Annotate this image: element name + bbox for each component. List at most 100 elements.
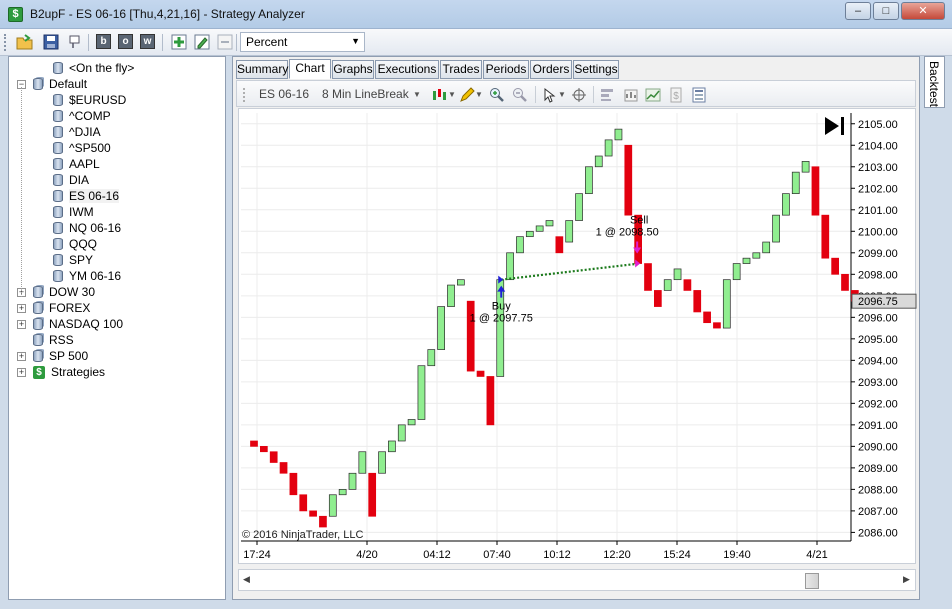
candle-bar xyxy=(693,290,702,313)
tree-item[interactable]: SPY xyxy=(53,252,93,268)
y-tick-label: 2092.00 xyxy=(858,398,898,410)
tree-item[interactable]: ^COMP xyxy=(53,108,111,124)
o-button[interactable]: o xyxy=(118,34,133,49)
tree-item[interactable]: <On the fly> xyxy=(53,60,134,76)
tree-item[interactable]: $ Strategies xyxy=(33,364,105,380)
open-folder-icon[interactable] xyxy=(16,33,34,51)
tree-item[interactable]: ES 06-16 xyxy=(53,188,120,204)
tree-expander[interactable]: + xyxy=(17,304,26,313)
tree-item-label: YM 06-16 xyxy=(69,269,122,283)
y-tick-label: 2105.00 xyxy=(858,119,898,131)
chart-canvas[interactable]: 2105.00 2104.00 2103.00 2102.00 2101.00 2100.… xyxy=(239,109,917,565)
candle-bar xyxy=(575,193,583,221)
tree-expander[interactable]: + xyxy=(17,368,26,377)
zoom-out-icon[interactable] xyxy=(512,87,528,103)
toolbar-grip[interactable] xyxy=(4,34,7,51)
candle-bar xyxy=(486,376,495,426)
app-icon: $ xyxy=(8,7,23,22)
crosshair-icon[interactable] xyxy=(571,87,587,103)
chevron-down-icon[interactable]: ▼ xyxy=(413,90,421,99)
data-box-icon[interactable] xyxy=(691,87,707,103)
candle-bar xyxy=(535,225,544,232)
backtest-side-tab[interactable]: Backtest xyxy=(924,56,945,108)
y-tick-label: 2095.00 xyxy=(858,334,898,346)
tree-item[interactable]: SP 500 xyxy=(33,348,88,364)
tab-orders[interactable]: Orders xyxy=(530,60,572,79)
db-stack-icon xyxy=(33,286,43,298)
x-tick-label: 19:40 xyxy=(723,549,751,561)
add-icon[interactable] xyxy=(170,33,188,51)
instrument-selector[interactable]: ES 06-16 xyxy=(259,87,309,101)
b-button[interactable]: b xyxy=(96,34,111,49)
chevron-down-icon[interactable]: ▼ xyxy=(475,90,483,99)
tree-item[interactable]: DOW 30 xyxy=(33,284,95,300)
tab-settings[interactable]: Settings xyxy=(573,60,619,79)
tab-periods[interactable]: Periods xyxy=(483,60,529,79)
tree-item[interactable]: NQ 06-16 xyxy=(53,220,121,236)
pencil-icon[interactable] xyxy=(459,87,475,103)
minimize-button[interactable]: – xyxy=(845,2,871,20)
tree-item[interactable]: YM 06-16 xyxy=(53,268,121,284)
tree-item[interactable]: Default xyxy=(33,76,87,92)
tab-graphs[interactable]: Graphs xyxy=(332,60,374,79)
tab-summary[interactable]: Summary xyxy=(236,60,288,79)
tree-item[interactable]: QQQ xyxy=(53,236,97,252)
x-tick-label: 07:40 xyxy=(483,549,511,561)
save-icon[interactable] xyxy=(42,33,60,51)
scroll-to-end-bar xyxy=(841,117,844,135)
candle-bar xyxy=(260,446,268,453)
toolbar-grip[interactable] xyxy=(242,87,246,103)
tree-item[interactable]: ^SP500 xyxy=(53,140,111,156)
zoom-in-icon[interactable] xyxy=(489,87,505,103)
chart-style-icon[interactable] xyxy=(431,87,447,103)
dollar-icon[interactable]: $ xyxy=(668,87,684,103)
tree-item[interactable]: $EURUSD xyxy=(53,92,126,108)
cursor-icon[interactable] xyxy=(542,87,558,103)
chevron-down-icon[interactable]: ▼ xyxy=(558,90,566,99)
tree-item[interactable]: FOREX xyxy=(33,300,90,316)
scroll-left-icon[interactable]: ◀ xyxy=(243,574,250,585)
candle-bar xyxy=(614,128,623,141)
maximize-button[interactable]: □ xyxy=(873,2,899,20)
tree-item[interactable]: RSS xyxy=(33,332,74,348)
scrollbar-thumb[interactable] xyxy=(805,573,819,589)
w-button[interactable]: w xyxy=(140,34,155,49)
tree-item[interactable]: AAPL xyxy=(53,156,100,172)
chart-scrollbar[interactable]: ◀ ▶ xyxy=(238,569,916,591)
candle-bar xyxy=(250,440,258,447)
candle-bar xyxy=(328,494,337,517)
candle-bar xyxy=(594,155,603,168)
toolbar-separator xyxy=(88,34,89,51)
tree-item[interactable]: NASDAQ 100 xyxy=(33,316,123,332)
tab-trades[interactable]: Trades xyxy=(440,60,482,79)
price-chart[interactable]: 2105.00 2104.00 2103.00 2102.00 2101.00 2100.… xyxy=(238,108,917,565)
scroll-right-icon[interactable]: ▶ xyxy=(903,574,910,585)
edit-icon[interactable] xyxy=(193,33,211,51)
tree-item-label: NASDAQ 100 xyxy=(49,317,124,331)
title-bar: $ B2upF - ES 06-16 [Thu,4,21,16] - Strat… xyxy=(0,0,952,29)
indicators-icon[interactable] xyxy=(623,87,639,103)
tree-expander[interactable]: + xyxy=(17,320,26,329)
tree-item[interactable]: DIA xyxy=(53,172,89,188)
properties-icon[interactable] xyxy=(599,87,615,103)
trade-connector-line xyxy=(501,262,640,281)
tab-chart[interactable]: Chart xyxy=(289,59,331,79)
candle-bar xyxy=(732,263,741,281)
candle-bar xyxy=(722,279,731,329)
strategies-icon[interactable] xyxy=(645,87,661,103)
db-stack-icon xyxy=(33,78,43,90)
chevron-down-icon[interactable]: ▼ xyxy=(448,90,456,99)
y-tick-label: 2099.00 xyxy=(858,248,898,260)
tree-item-label: DIA xyxy=(69,173,90,187)
backtest-tab-label: Backtest xyxy=(927,61,941,108)
tree-expander[interactable]: + xyxy=(17,352,26,361)
close-button[interactable]: ✕ xyxy=(901,2,945,20)
pin-icon[interactable] xyxy=(66,33,84,51)
tree-item[interactable]: ^DJIA xyxy=(53,124,101,140)
display-unit-select[interactable]: Percent ▼ xyxy=(240,32,365,52)
svg-text:$: $ xyxy=(673,91,679,102)
bar-type-selector[interactable]: 8 Min LineBreak xyxy=(322,87,409,101)
tab-executions[interactable]: Executions xyxy=(375,60,439,79)
tree-item[interactable]: IWM xyxy=(53,204,94,220)
remove-icon[interactable] xyxy=(216,33,234,51)
